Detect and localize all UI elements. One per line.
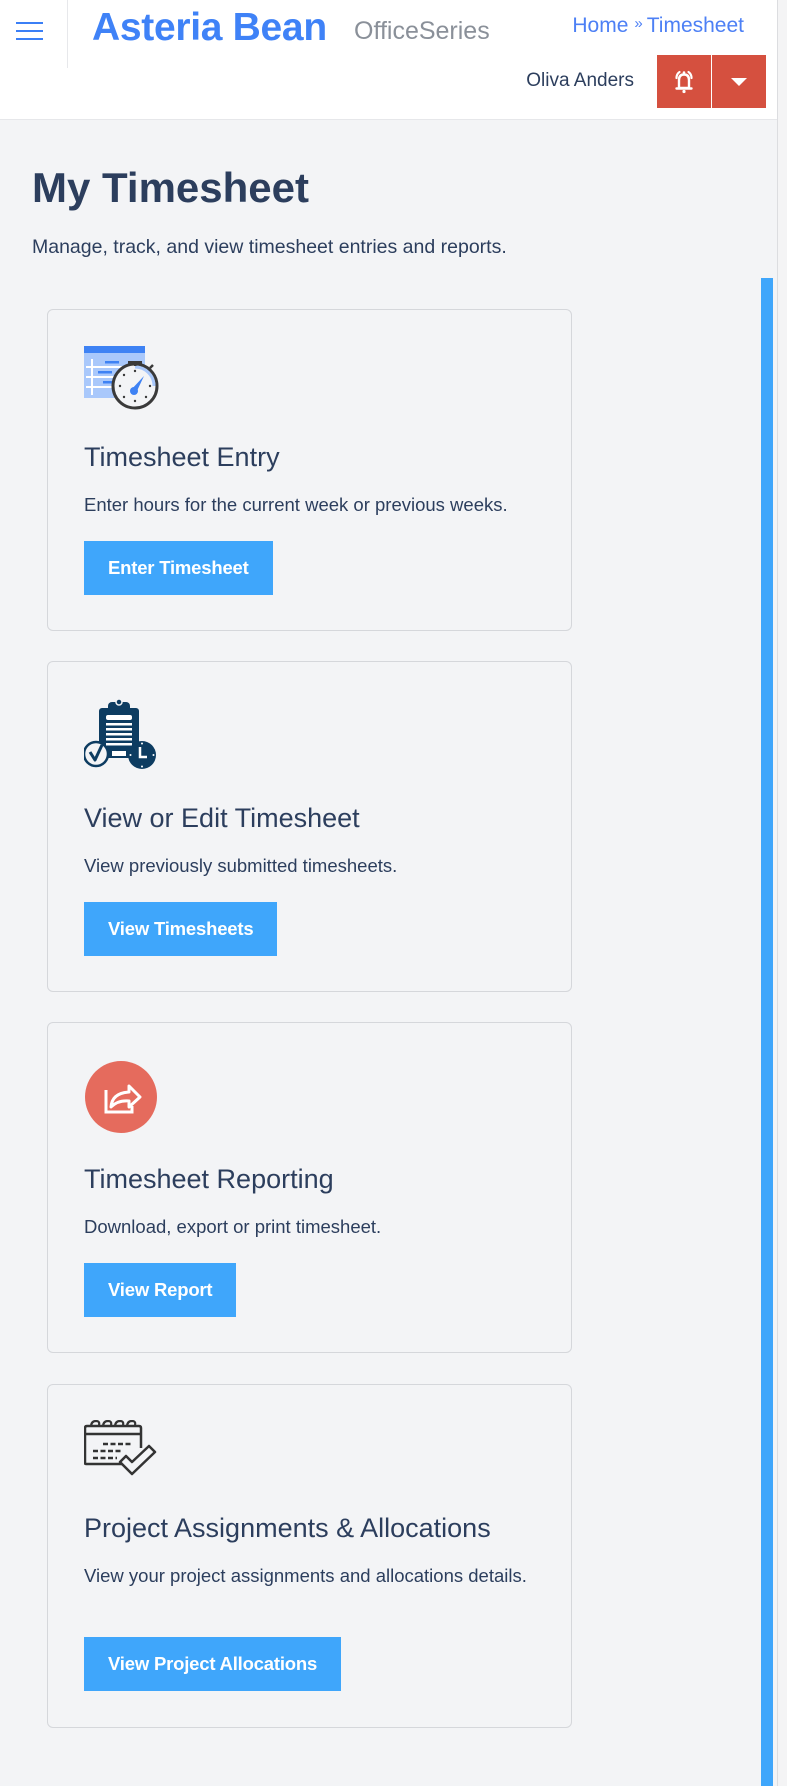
view-timesheets-button[interactable]: View Timesheets bbox=[84, 902, 278, 956]
share-export-icon bbox=[84, 1060, 158, 1139]
enter-timesheet-button[interactable]: Enter Timesheet bbox=[84, 541, 273, 595]
breadcrumb-current-link[interactable]: Timesheet bbox=[647, 14, 744, 37]
card-title: Timesheet Reporting bbox=[84, 1164, 334, 1194]
top-header: Asteria Bean OfficeSeries Home » Timesheet… bbox=[0, 0, 777, 120]
card-timesheet-entry: Timesheet Entry Enter hours for the curr… bbox=[47, 309, 572, 631]
card-title: Project Assignments & Allocations bbox=[84, 1513, 491, 1543]
card-project-allocations: Project Assignments & Allocations View y… bbox=[47, 1384, 572, 1728]
timesheet-stopwatch-icon bbox=[84, 346, 159, 417]
view-project-allocations-button[interactable]: View Project Allocations bbox=[84, 1637, 342, 1691]
card-description: View your project assignments and alloca… bbox=[84, 1565, 527, 1586]
card-timesheet-reporting: Timesheet Reporting Download, export or … bbox=[47, 1022, 572, 1353]
card-description: View previously submitted timesheets. bbox=[84, 855, 398, 876]
notifications-button[interactable] bbox=[657, 55, 711, 108]
calendar-check-icon bbox=[83, 1419, 158, 1481]
header-divider bbox=[67, 0, 68, 68]
hamburger-menu-icon-bar bbox=[16, 30, 43, 32]
hamburger-menu-icon-bar bbox=[16, 38, 43, 40]
card-view-edit-timesheet: View or Edit Timesheet View previously s… bbox=[47, 661, 572, 992]
bell-alarm-icon bbox=[675, 70, 693, 93]
card-title: Timesheet Entry bbox=[84, 442, 280, 472]
clipboard-check-clock-icon bbox=[82, 698, 159, 775]
breadcrumb: Home » Timesheet bbox=[572, 14, 744, 38]
page-subtitle: Manage, track, and view timesheet entrie… bbox=[32, 236, 507, 258]
breadcrumb-separator-icon: » bbox=[634, 15, 643, 32]
menu-toggle-button[interactable] bbox=[16, 22, 43, 41]
product-name: OfficeSeries bbox=[354, 17, 490, 45]
caret-down-icon bbox=[731, 77, 747, 86]
hamburger-menu-icon-bar bbox=[16, 22, 43, 24]
user-name: Oliva Anders bbox=[526, 70, 634, 91]
breadcrumb-home-link[interactable]: Home bbox=[572, 14, 628, 37]
page-title: My Timesheet bbox=[32, 164, 309, 211]
scrollbar-thumb[interactable] bbox=[761, 278, 773, 1786]
card-description: Enter hours for the current week or prev… bbox=[84, 494, 508, 515]
brand-logo[interactable]: Asteria Bean bbox=[92, 6, 327, 50]
card-title: View or Edit Timesheet bbox=[84, 803, 360, 833]
view-report-button[interactable]: View Report bbox=[84, 1263, 237, 1317]
user-menu-dropdown-button[interactable] bbox=[712, 55, 766, 108]
card-description: Download, export or print timesheet. bbox=[84, 1216, 382, 1237]
window-edge bbox=[777, 0, 787, 1786]
